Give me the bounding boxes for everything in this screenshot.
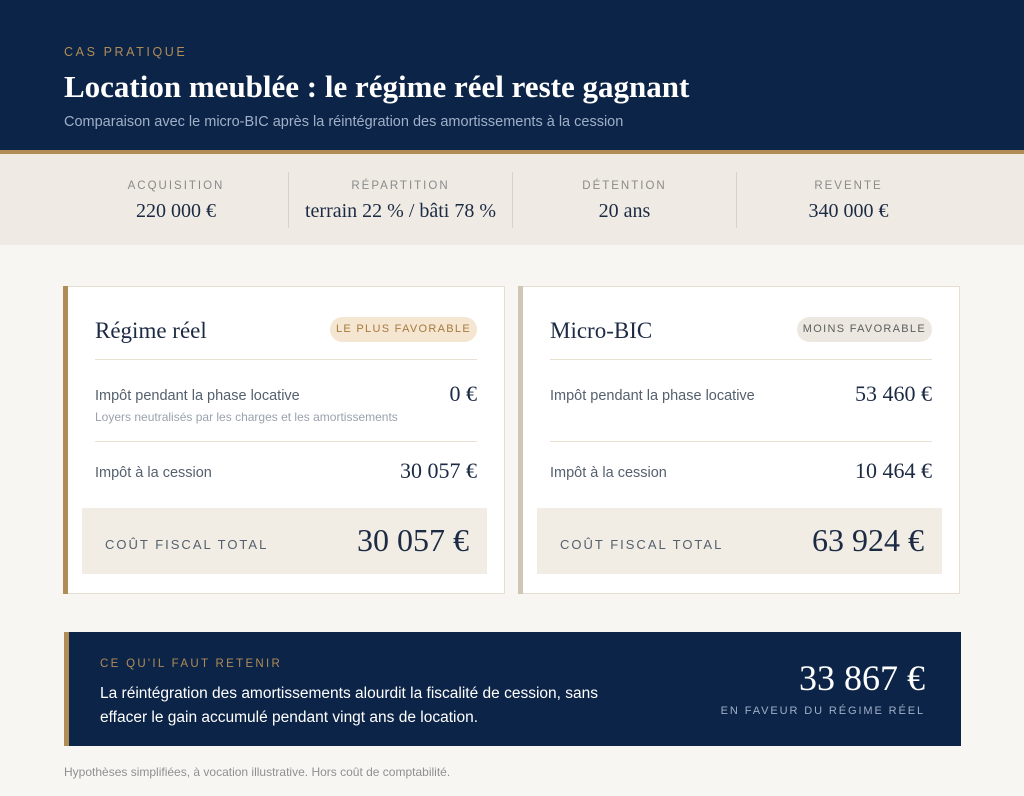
fact-value: 340 000 €	[808, 200, 889, 222]
takeaway-eyebrow: CE QU'IL FAUT RETENIR	[100, 658, 283, 670]
divider	[95, 359, 477, 360]
takeaway-accent-bar	[64, 632, 69, 746]
fact-label: RÉPARTITION	[351, 180, 450, 192]
card-accent-bar	[518, 286, 523, 594]
divider	[550, 359, 932, 360]
status-badge: LE PLUS FAVORABLE	[329, 317, 477, 342]
fact-value: 20 ans	[598, 200, 651, 222]
fact-repartition: RÉPARTITION terrain 22 % / bâti 78 %	[288, 172, 512, 228]
row-label: Impôt pendant la phase locative	[95, 388, 300, 404]
fact-value: terrain 22 % / bâti 78 %	[304, 200, 497, 222]
divider	[550, 441, 932, 442]
card-regime-reel: Régime réel LE PLUS FAVORABLE Impôt pend…	[63, 286, 505, 594]
page-subtitle: Comparaison avec le micro-BIC après la r…	[64, 114, 624, 130]
row-note: Loyers neutralisés par les charges et le…	[95, 410, 398, 424]
row-label: Impôt à la cession	[95, 465, 212, 481]
takeaway-amount: 33 867 €	[799, 658, 925, 698]
fact-value: 220 000 €	[136, 200, 216, 222]
card-micro-bic: Micro-BIC MOINS FAVORABLE Impôt pendant …	[518, 286, 960, 594]
page-title: Location meublée : le régime réel reste …	[64, 69, 690, 104]
fact-label: REVENTE	[814, 180, 883, 192]
row-value: 0 €	[449, 381, 478, 406]
row-label: Impôt à la cession	[550, 465, 667, 481]
takeaway-panel: CE QU'IL FAUT RETENIR La réintégration d…	[64, 632, 961, 746]
total-label: COÛT FISCAL TOTAL	[560, 537, 724, 552]
status-badge: MOINS FAVORABLE	[796, 317, 932, 342]
fact-label: ACQUISITION	[127, 180, 225, 192]
takeaway-text: La réintégration des amortissements alou…	[100, 685, 598, 726]
takeaway-caption: EN FAVEUR DU RÉGIME RÉEL	[720, 705, 925, 717]
row-label: Impôt pendant la phase locative	[550, 388, 755, 404]
header-eyebrow: CAS PRATIQUE	[64, 45, 188, 59]
total-value: 30 057 €	[357, 522, 469, 558]
fact-acquisition: ACQUISITION 220 000 €	[64, 172, 288, 228]
row-value: 53 460 €	[855, 381, 932, 406]
total-value: 63 924 €	[812, 522, 924, 558]
total-box: COÛT FISCAL TOTAL 63 924 €	[537, 508, 942, 574]
card-title: Micro-BIC	[550, 318, 653, 343]
total-box: COÛT FISCAL TOTAL 30 057 €	[82, 508, 487, 574]
row-value: 30 057 €	[400, 458, 477, 483]
card-accent-bar	[63, 286, 68, 594]
fact-revente: REVENTE 340 000 €	[736, 172, 960, 228]
fact-label: DÉTENTION	[582, 180, 667, 192]
row-value: 10 464 €	[855, 458, 932, 483]
total-label: COÛT FISCAL TOTAL	[105, 537, 269, 552]
key-facts-band: ACQUISITION 220 000 € RÉPARTITION terrai…	[0, 154, 1024, 245]
divider	[95, 441, 477, 442]
footnote: Hypothèses simplifiées, à vocation illus…	[64, 765, 451, 779]
fact-detention: DÉTENTION 20 ans	[512, 172, 736, 228]
card-title: Régime réel	[95, 318, 207, 343]
